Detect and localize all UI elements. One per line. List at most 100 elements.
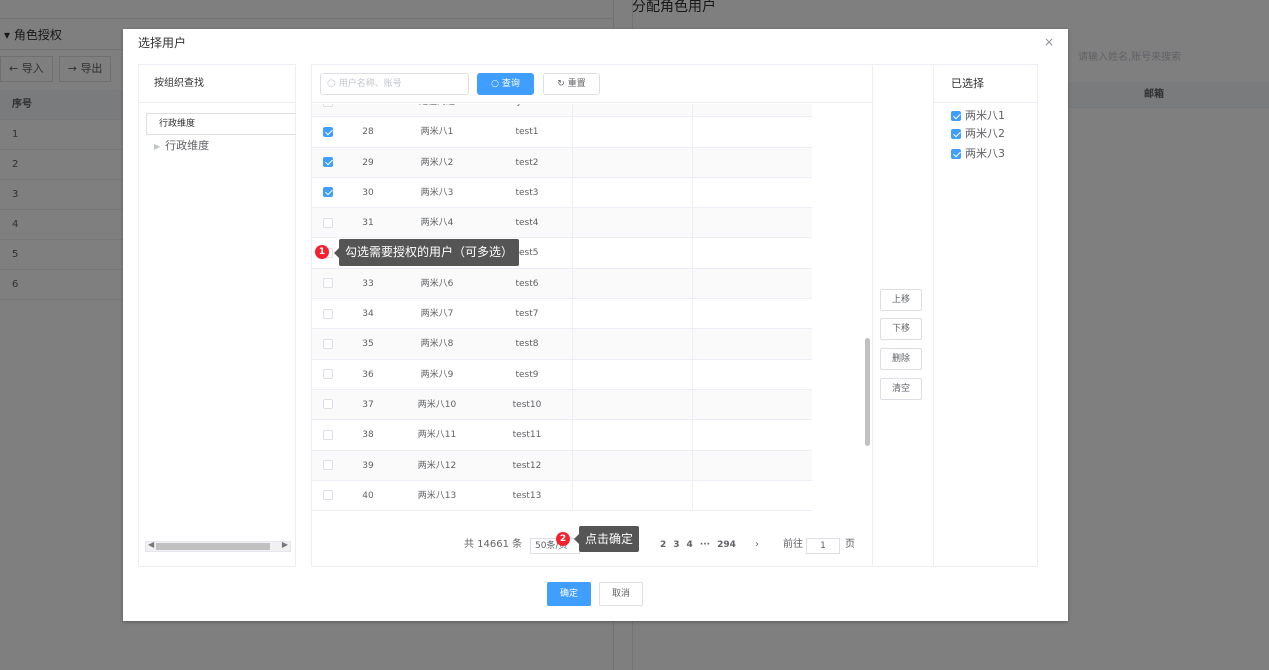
search-icon: ○ [491, 79, 499, 89]
search-input[interactable]: ○ 用户名称、账号 [320, 73, 469, 95]
table-row[interactable]: 38 两米八11 test11 [312, 420, 812, 451]
checkbox[interactable] [323, 460, 333, 471]
row-empty-cell [692, 208, 812, 239]
org-tree-node[interactable]: ▶ 行政维度 [154, 137, 209, 153]
step-badge-1: 1 [315, 245, 329, 259]
checkbox[interactable] [323, 187, 333, 198]
page-size-select[interactable]: 50条/页 [530, 538, 580, 554]
move-up-button[interactable]: 上移 [880, 289, 922, 311]
row-index: 36 [362, 369, 374, 380]
row-empty-cell [692, 480, 812, 511]
goto-label: 前往 [783, 539, 803, 550]
row-empty-cell [572, 299, 692, 330]
checkbox[interactable] [951, 149, 961, 159]
table-row[interactable]: 27是征问题yzwt [312, 104, 812, 118]
checkbox[interactable] [323, 157, 333, 168]
scroll-right-icon[interactable]: ▶ [282, 540, 288, 549]
selected-item[interactable]: 两米八2 [951, 125, 1005, 141]
user-table-rows: 27是征问题yzwt 28 两米八1 test1 29 两米八2 test2 30 两米八3 te… [312, 104, 812, 512]
checkbox[interactable] [323, 126, 333, 137]
scrollbar-thumb[interactable] [156, 543, 270, 550]
org-horizontal-scrollbar[interactable]: ◀ ▶ [145, 540, 291, 552]
table-row[interactable]: 37 两米八10 test10 [312, 389, 812, 421]
selected-item[interactable]: 两米八3 [951, 145, 1005, 161]
page-ellipsis[interactable]: ··· [700, 540, 710, 550]
row-index: 34 [362, 309, 374, 320]
org-panel: 按组织查找 行政维度 ▶ 行政维度 ◀ ▶ [138, 64, 296, 567]
checkbox[interactable] [323, 399, 333, 410]
table-row[interactable]: 34 两米八7 test7 [312, 299, 812, 330]
close-icon[interactable]: × [1044, 35, 1054, 49]
row-account: test10 [512, 399, 542, 410]
row-empty-cell [692, 104, 812, 117]
row-checkbox-cell [312, 208, 344, 238]
goto-page-input[interactable]: 1 [806, 538, 840, 554]
row-empty-cell [572, 329, 692, 360]
row-account: test8 [515, 339, 539, 350]
delete-button[interactable]: 删除 [880, 348, 922, 370]
row-username: 两米八2 [420, 157, 454, 168]
checkbox[interactable] [951, 129, 961, 139]
checkbox[interactable] [323, 104, 333, 107]
scroll-left-icon[interactable]: ◀ [148, 540, 154, 549]
org-panel-head: 按组织查找 [139, 65, 295, 103]
row-empty-cell [572, 268, 692, 299]
table-row[interactable]: 30 两米八3 test3 [312, 177, 812, 209]
table-row[interactable]: 40 两米八13 test13 [312, 480, 812, 512]
cancel-button[interactable]: 取消 [599, 582, 643, 606]
checkbox[interactable] [951, 111, 961, 121]
page-number[interactable]: 3 [673, 540, 679, 550]
row-checkbox-cell [312, 178, 344, 208]
table-row[interactable]: 39 两米八12 test12 [312, 450, 812, 481]
row-empty-cell [572, 480, 692, 511]
row-empty-cell [572, 420, 692, 451]
page-number[interactable]: 2 [660, 540, 666, 550]
confirm-button[interactable]: 确定 [547, 582, 591, 606]
table-row[interactable]: 28 两米八1 test1 [312, 117, 812, 148]
table-row[interactable]: 35 两米八8 test8 [312, 329, 812, 360]
row-empty-cell [572, 450, 692, 481]
user-table-body: 27是征问题yzwt 28 两米八1 test1 29 两米八2 test2 30 两米八3 te… [312, 104, 812, 522]
checkbox[interactable] [323, 217, 333, 228]
org-dimension-select[interactable]: 行政维度 [146, 113, 296, 135]
page-number[interactable]: 294 [717, 540, 736, 550]
table-row[interactable]: 33 两米八6 test6 [312, 268, 812, 300]
page-unit-label: 页 [845, 539, 855, 550]
row-index: 40 [362, 490, 374, 501]
clear-button[interactable]: 清空 [880, 378, 922, 400]
table-vertical-scrollbar[interactable] [865, 338, 870, 446]
table-toolbar: ○ 用户名称、账号 ○ 查询 ↻ 重置 [312, 65, 872, 103]
row-username: 是征问题 [392, 104, 482, 117]
tooltip-click-confirm: 点击确定 [573, 526, 640, 552]
row-username: 两米八12 [417, 460, 457, 471]
checkbox[interactable] [323, 429, 333, 440]
query-button[interactable]: ○ 查询 [477, 73, 534, 95]
next-page-icon[interactable]: › [755, 531, 759, 559]
row-empty-cell [572, 238, 692, 269]
checkbox[interactable] [323, 490, 333, 501]
row-empty-cell [572, 147, 692, 178]
row-empty-cell [572, 389, 692, 420]
table-row[interactable]: 36 两米八9 test9 [312, 359, 812, 390]
row-checkbox-cell [312, 420, 344, 450]
row-index: 33 [362, 278, 374, 289]
row-index: 28 [362, 127, 374, 138]
checkbox[interactable] [323, 278, 333, 289]
row-empty-cell [692, 268, 812, 299]
row-account: yzwt [482, 104, 572, 117]
selected-item-label: 两米八1 [965, 109, 1005, 122]
checkbox[interactable] [323, 369, 333, 380]
checkbox[interactable] [323, 338, 333, 349]
row-account: test13 [512, 490, 542, 501]
search-icon: ○ [327, 78, 336, 89]
row-empty-cell [692, 117, 812, 148]
move-down-button[interactable]: 下移 [880, 318, 922, 340]
selected-item[interactable]: 两米八1 [951, 107, 1005, 123]
row-username: 两米八11 [417, 430, 457, 441]
checkbox[interactable] [323, 308, 333, 319]
selected-panel: 已选择 两米八1 两米八2 两米八3 [933, 64, 1038, 567]
table-row[interactable]: 31 两米八4 test4 [312, 208, 812, 239]
page-number[interactable]: 4 [687, 540, 693, 550]
reset-button[interactable]: ↻ 重置 [543, 73, 600, 95]
table-row[interactable]: 29 两米八2 test2 [312, 147, 812, 178]
